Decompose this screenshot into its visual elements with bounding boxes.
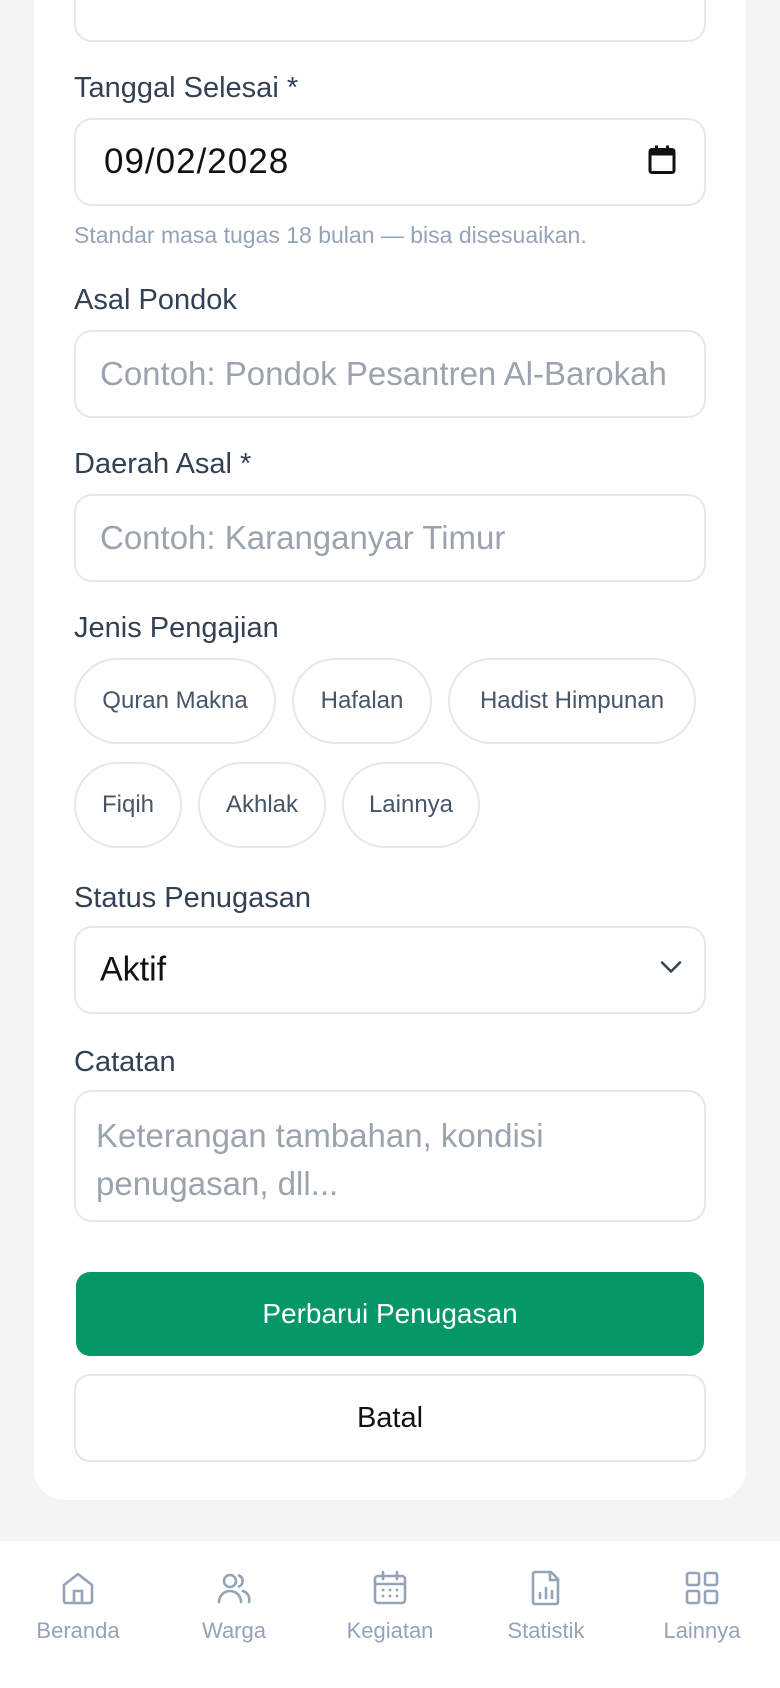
nav-item-warga[interactable]: Warga bbox=[156, 1569, 312, 1644]
bottom-navigation: Beranda Warga Kegiatan Statistik Lainnya bbox=[0, 1540, 780, 1688]
nav-item-statistik[interactable]: Statistik bbox=[468, 1569, 624, 1644]
batal-button[interactable]: Batal bbox=[74, 1374, 706, 1462]
grid-icon bbox=[683, 1569, 721, 1612]
chip-fiqih[interactable]: Fiqih bbox=[74, 762, 182, 848]
asal-pondok-input[interactable] bbox=[76, 332, 704, 416]
nav-label-beranda: Beranda bbox=[36, 1618, 120, 1643]
catatan-textarea[interactable] bbox=[76, 1092, 704, 1220]
calendar-icon[interactable] bbox=[648, 145, 676, 180]
nav-label-lainnya: Lainnya bbox=[663, 1618, 741, 1643]
daerah-asal-label: Daerah Asal * bbox=[74, 448, 252, 480]
nav-label-kegiatan: Kegiatan bbox=[346, 1618, 434, 1643]
start-date-input[interactable]: 09/08/2026 bbox=[74, 0, 706, 42]
jenis-pengajian-label: Jenis Pengajian bbox=[74, 612, 279, 644]
chip-quran-makna[interactable]: Quran Makna bbox=[74, 658, 276, 744]
start-date-value: 09/08/2026 bbox=[104, 0, 289, 8]
nav-label-statistik: Statistik bbox=[507, 1618, 585, 1643]
end-date-value: 09/02/2028 bbox=[104, 142, 290, 181]
calendar-icon bbox=[371, 1569, 409, 1612]
chart-file-icon bbox=[527, 1569, 565, 1612]
daerah-asal-input[interactable] bbox=[76, 496, 704, 580]
nav-item-kegiatan[interactable]: Kegiatan bbox=[312, 1569, 468, 1644]
end-date-help-text: Standar masa tugas 18 bulan — bisa dises… bbox=[74, 222, 587, 248]
calendar-icon[interactable] bbox=[648, 0, 676, 6]
daerah-asal-field[interactable] bbox=[74, 494, 706, 582]
nav-item-beranda[interactable]: Beranda bbox=[0, 1569, 156, 1644]
nav-item-lainnya[interactable]: Lainnya bbox=[624, 1569, 780, 1644]
end-date-input[interactable]: 09/02/2028 bbox=[74, 118, 706, 206]
asal-pondok-label: Asal Pondok bbox=[74, 284, 237, 316]
chip-lainnya[interactable]: Lainnya bbox=[342, 762, 480, 848]
chevron-down-icon bbox=[660, 961, 682, 980]
chip-hadist-himpunan[interactable]: Hadist Himpunan bbox=[448, 658, 696, 744]
catatan-field[interactable] bbox=[74, 1090, 706, 1222]
chip-akhlak[interactable]: Akhlak bbox=[198, 762, 326, 848]
users-icon bbox=[215, 1569, 253, 1612]
end-date-label: Tanggal Selesai * bbox=[74, 72, 299, 104]
status-penugasan-label: Status Penugasan bbox=[74, 882, 312, 914]
home-icon bbox=[59, 1569, 97, 1612]
status-selected-value: Aktif bbox=[100, 950, 167, 989]
chip-hafalan[interactable]: Hafalan bbox=[292, 658, 432, 744]
status-select[interactable]: Aktif bbox=[74, 926, 706, 1014]
perbarui-penugasan-button[interactable]: Perbarui Penugasan bbox=[76, 1272, 704, 1356]
catatan-label: Catatan bbox=[74, 1046, 176, 1078]
asal-pondok-field[interactable] bbox=[74, 330, 706, 418]
nav-label-warga: Warga bbox=[202, 1618, 266, 1643]
